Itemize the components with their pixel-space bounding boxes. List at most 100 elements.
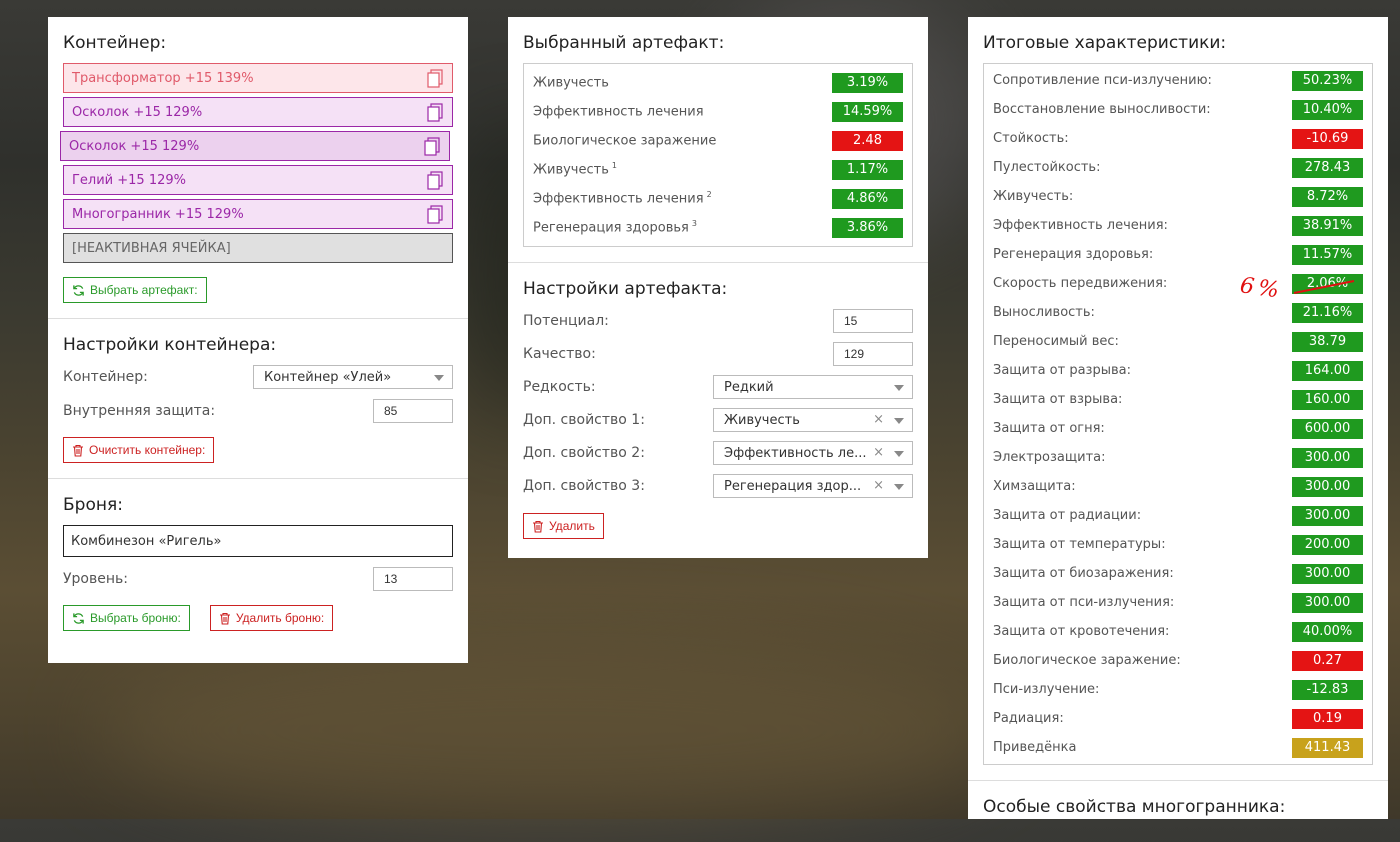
stat-label: Защита от температуры: bbox=[993, 537, 1166, 552]
selected-artifact-title: Выбранный артефакт: bbox=[523, 33, 725, 53]
total-stat-row: Защита от огня: 600.00 bbox=[993, 414, 1363, 443]
container-slot-4[interactable]: Гелий +15 129% bbox=[63, 165, 453, 195]
container-slot-3[interactable]: Осколок +15 129% bbox=[60, 131, 450, 161]
internal-protection-label: Внутренняя защита: bbox=[63, 403, 216, 419]
copy-icon[interactable] bbox=[426, 103, 444, 122]
select-artifact-label: Выбрать артефакт: bbox=[90, 283, 198, 297]
select-armor-button[interactable]: Выбрать броню: bbox=[63, 605, 190, 631]
artifact-settings-section: Настройки артефакта: Потенциал: Качество… bbox=[508, 263, 928, 554]
total-stat-row: Защита от радиации: 300.00 bbox=[993, 501, 1363, 530]
container-type-label: Контейнер: bbox=[63, 369, 148, 385]
stat-value: 10.40% bbox=[1292, 99, 1363, 120]
slot-label: Трансформатор +15 139% bbox=[72, 70, 254, 86]
potential-input[interactable] bbox=[833, 309, 913, 333]
stat-label: Выносливость: bbox=[993, 305, 1095, 320]
clear-container-button[interactable]: Очистить контейнер: bbox=[63, 437, 215, 463]
container-slot-1[interactable]: Трансформатор +15 139% bbox=[63, 63, 453, 93]
stat-value: 38.79 bbox=[1292, 331, 1363, 352]
total-stat-row: Приведёнка 411.43 bbox=[993, 733, 1363, 762]
polyhedron-title: Особые свойства многогранника: bbox=[983, 797, 1286, 817]
background-field bbox=[100, 640, 1000, 820]
stat-label: Регенерация здоровья bbox=[533, 220, 689, 236]
container-type-value: Контейнер «Улей» bbox=[264, 369, 392, 385]
container-slot-5[interactable]: Многогранник +15 129% bbox=[63, 199, 453, 229]
chevron-down-icon bbox=[894, 451, 904, 457]
select-artifact-button[interactable]: Выбрать артефакт: bbox=[63, 277, 207, 303]
rarity-label: Редкость: bbox=[523, 379, 596, 395]
artifact-stat-row: Живучесть 1 1.17% bbox=[533, 155, 903, 184]
artifact-stat-row: Биологическое заражение 2.48 bbox=[533, 126, 903, 155]
stat-value: 40.00% bbox=[1292, 621, 1363, 642]
rarity-select[interactable]: Редкий bbox=[713, 375, 913, 399]
prop3-select[interactable]: Регенерация здор... × bbox=[713, 474, 913, 498]
totals-section: Итоговые характеристики: Сопротивление п… bbox=[968, 17, 1388, 781]
clear-icon[interactable]: × bbox=[873, 412, 884, 427]
stat-value: -12.83 bbox=[1292, 679, 1363, 700]
stat-label: Химзащита: bbox=[993, 479, 1076, 494]
total-stat-row: Защита от температуры: 200.00 bbox=[993, 530, 1363, 559]
armor-section: Броня: Комбинезон «Ригель» Уровень: Выбр… bbox=[48, 479, 468, 646]
container-slot-2[interactable]: Осколок +15 129% bbox=[63, 97, 453, 127]
armor-level-input[interactable] bbox=[373, 567, 453, 591]
stat-label: Защита от радиации: bbox=[993, 508, 1142, 523]
stat-value: 2.48 bbox=[832, 130, 903, 151]
stat-label: Эффективность лечения bbox=[533, 191, 704, 207]
stat-label: Эффективность лечения: bbox=[993, 218, 1168, 233]
armor-field[interactable]: Комбинезон «Ригель» bbox=[63, 525, 453, 557]
chevron-down-icon bbox=[894, 385, 904, 391]
clear-icon[interactable]: × bbox=[873, 445, 884, 460]
stat-label: Биологическое заражение: bbox=[993, 653, 1181, 668]
total-stat-row: Химзащита: 300.00 bbox=[993, 472, 1363, 501]
refresh-icon bbox=[73, 612, 84, 624]
container-slot-inactive[interactable]: [НЕАКТИВНАЯ ЯЧЕЙКА] bbox=[63, 233, 453, 263]
stat-value: 600.00 bbox=[1292, 418, 1363, 439]
stat-label: Биологическое заражение bbox=[533, 133, 717, 149]
total-stat-row: Живучесть: 8.72% bbox=[993, 182, 1363, 211]
stat-label: Регенерация здоровья: bbox=[993, 247, 1154, 262]
trash-icon bbox=[533, 520, 543, 533]
delete-artifact-button[interactable]: Удалить bbox=[523, 513, 604, 539]
slot-label: Многогранник +15 129% bbox=[72, 206, 244, 222]
delete-armor-button[interactable]: Удалить броню: bbox=[209, 605, 334, 631]
stat-value: 411.43 bbox=[1292, 737, 1363, 758]
refresh-icon bbox=[73, 284, 84, 296]
total-stat-row: Пси-излучение: -12.83 bbox=[993, 675, 1363, 704]
internal-protection-input[interactable] bbox=[373, 399, 453, 423]
copy-icon[interactable] bbox=[426, 205, 444, 224]
total-stat-row: Защита от биозаражения: 300.00 bbox=[993, 559, 1363, 588]
total-stat-row: Стойкость: -10.69 bbox=[993, 124, 1363, 153]
copy-icon[interactable] bbox=[426, 171, 444, 190]
stat-label: Эффективность лечения bbox=[533, 104, 704, 120]
container-title: Контейнер: bbox=[63, 33, 167, 53]
prop1-select[interactable]: Живучесть × bbox=[713, 408, 913, 432]
clear-icon[interactable]: × bbox=[873, 478, 884, 493]
quality-input[interactable] bbox=[833, 342, 913, 366]
stat-label: Пулестойкость: bbox=[993, 160, 1101, 175]
prop3-value: Регенерация здор... bbox=[724, 478, 862, 494]
delete-armor-label: Удалить броню: bbox=[235, 611, 325, 625]
container-type-select[interactable]: Контейнер «Улей» bbox=[253, 365, 453, 389]
total-stat-row: Защита от кровотечения: 40.00% bbox=[993, 617, 1363, 646]
delete-artifact-label: Удалить bbox=[549, 519, 595, 533]
total-stat-row: Восстановление выносливости: 10.40% bbox=[993, 95, 1363, 124]
stat-label: Пси-излучение: bbox=[993, 682, 1100, 697]
total-stat-row: Радиация: 0.19 bbox=[993, 704, 1363, 733]
totals-title: Итоговые характеристики: bbox=[983, 33, 1227, 53]
copy-icon[interactable] bbox=[423, 137, 441, 156]
stat-label: Стойкость: bbox=[993, 131, 1069, 146]
annotation-strike bbox=[1293, 280, 1355, 294]
stat-value: 4.86% bbox=[832, 188, 903, 209]
prop2-select[interactable]: Эффективность ле... × bbox=[713, 441, 913, 465]
stat-sup: 3 bbox=[691, 219, 697, 229]
stat-value: -10.69 bbox=[1292, 128, 1363, 149]
stat-label: Защита от пси-излучения: bbox=[993, 595, 1175, 610]
stat-value: 38.91% bbox=[1292, 215, 1363, 236]
slot-label: Гелий +15 129% bbox=[72, 172, 186, 188]
copy-icon[interactable] bbox=[426, 69, 444, 88]
chevron-down-icon bbox=[894, 418, 904, 424]
total-stat-row: Защита от разрыва: 164.00 bbox=[993, 356, 1363, 385]
trash-icon bbox=[219, 612, 230, 625]
stat-label: Скорость передвижения: bbox=[993, 276, 1168, 291]
selected-artifact-stats: Живучесть 3.19% Эффективность лечения 14… bbox=[523, 63, 913, 247]
slot-label: [НЕАКТИВНАЯ ЯЧЕЙКА] bbox=[72, 240, 231, 256]
